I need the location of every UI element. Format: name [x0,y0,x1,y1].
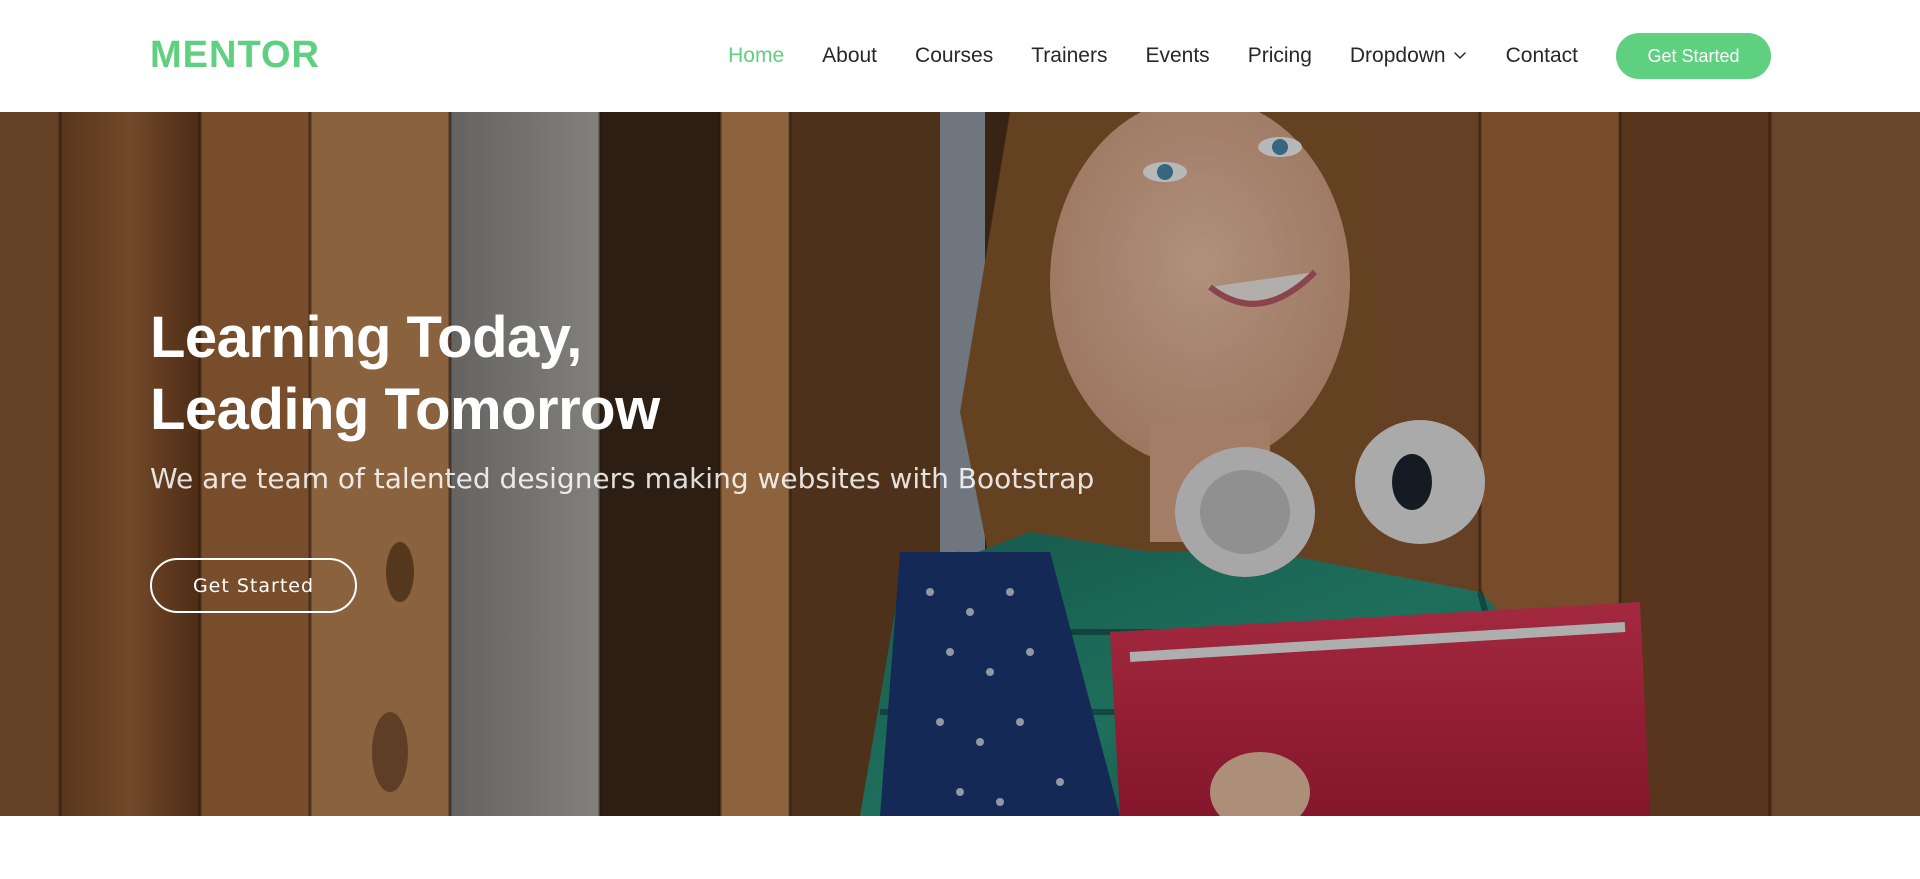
get-started-button[interactable]: Get Started [1616,33,1771,79]
site-header: MENTOR Home About Courses Trainers Event… [0,0,1920,112]
hero-title: Learning Today, Leading Tomorrow [150,302,1094,446]
hero-section: Learning Today, Leading Tomorrow We are … [0,112,1920,816]
nav-trainers[interactable]: Trainers [1031,44,1107,68]
nav-pricing[interactable]: Pricing [1248,44,1312,68]
nav-about-label: About [822,44,878,67]
nav-contact[interactable]: Contact [1506,44,1578,68]
nav-home[interactable]: Home [728,44,784,68]
nav-courses-label: Courses [915,44,994,67]
nav-events-label: Events [1145,44,1210,67]
nav-dropdown-label: Dropdown [1349,44,1446,67]
logo[interactable]: MENTOR [150,32,320,78]
nav-courses[interactable]: Courses [915,44,993,68]
hero-content: Learning Today, Leading Tomorrow We are … [150,302,1094,613]
nav-pricing-label: Pricing [1247,44,1312,67]
main-nav: Home About Courses Trainers Events Prici… [728,32,1771,80]
nav-contact-label: Contact [1505,44,1578,67]
nav-about[interactable]: About [822,44,877,68]
hero-title-line2: Leading Tomorrow [150,377,660,442]
nav-trainers-label: Trainers [1031,44,1108,67]
chevron-down-icon [1453,51,1466,59]
nav-dropdown[interactable]: Dropdown [1350,44,1468,68]
nav-events[interactable]: Events [1145,44,1209,68]
hero-subtitle: We are team of talented designers making… [150,462,1095,495]
hero-title-line1: Learning Today, [150,305,582,370]
nav-home-label: Home [728,44,785,67]
hero-get-started-button[interactable]: Get Started [150,558,357,613]
